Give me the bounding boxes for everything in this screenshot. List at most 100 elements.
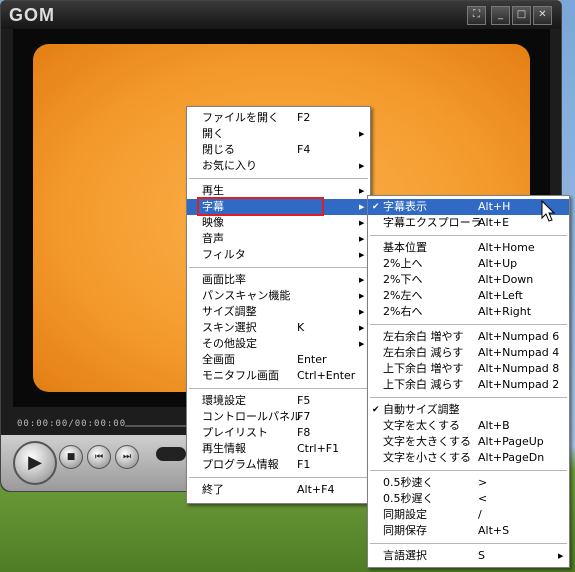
- main-menu-item[interactable]: コントロールパネル F7: [187, 409, 370, 425]
- submenu-item-shortcut: <: [478, 492, 488, 505]
- submenu-item[interactable]: 同期保存 Alt+S: [368, 523, 569, 539]
- submenu-item-shortcut: Alt+Down: [478, 273, 534, 286]
- submenu-item-shortcut: Alt+B: [478, 419, 510, 432]
- timecode: 00:00:00/00:00:00: [17, 419, 127, 429]
- submenu-item-shortcut: Alt+Numpad 2: [478, 378, 560, 391]
- submenu-item[interactable]: 上下余白 増やす Alt+Numpad 8: [368, 361, 569, 377]
- submenu-item-label: 2%下へ: [383, 273, 423, 286]
- main-menu-item[interactable]: モニタフル画面 Ctrl+Enter: [187, 368, 370, 384]
- submenu-item-label: 左右余白 減らす: [383, 346, 464, 359]
- minimize-icon[interactable]: _: [491, 6, 510, 25]
- main-menu-item-label: プレイリスト: [202, 426, 268, 439]
- main-menu-item[interactable]: 閉じる F4: [187, 142, 370, 158]
- main-menu-item-shortcut: F8: [297, 426, 311, 439]
- submenu-arrow-icon: ▶: [359, 340, 365, 348]
- submenu-item[interactable]: 2%上へ Alt+Up: [368, 256, 569, 272]
- main-menu-item[interactable]: プレイリスト F8: [187, 425, 370, 441]
- submenu-item-shortcut: Alt+E: [478, 216, 510, 229]
- main-menu-item-label: ファイルを開く: [202, 111, 279, 124]
- main-menu-item-label: フィルタ: [202, 248, 246, 261]
- submenu-item-shortcut: Alt+Numpad 4: [478, 346, 560, 359]
- main-menu-item[interactable]: お気に入り ▶: [187, 158, 370, 174]
- menu-separator: [370, 397, 567, 398]
- main-menu-item[interactable]: フィルタ ▶: [187, 247, 370, 263]
- volume-slider[interactable]: [156, 447, 186, 461]
- fullscreen-icon[interactable]: ⛶: [467, 6, 486, 25]
- gom-logo: GOM: [9, 5, 55, 25]
- submenu-item-shortcut: Alt+Numpad 8: [478, 362, 560, 375]
- main-menu-item[interactable]: サイズ調整 ▶: [187, 304, 370, 320]
- main-menu-item[interactable]: スキン選択 K ▶: [187, 320, 370, 336]
- main-menu-item-label: 映像: [202, 216, 224, 229]
- submenu-item[interactable]: 2%左へ Alt+Left: [368, 288, 569, 304]
- submenu-item-shortcut: Alt+H: [478, 200, 511, 213]
- main-menu-item-label: 環境設定: [202, 394, 246, 407]
- submenu-arrow-icon: ▶: [359, 292, 365, 300]
- submenu-item-label: 0.5秒遅く: [383, 492, 434, 505]
- main-menu-item[interactable]: 再生情報 Ctrl+F1: [187, 441, 370, 457]
- submenu-item-shortcut: Alt+Left: [478, 289, 523, 302]
- mouse-cursor-icon: [541, 200, 556, 222]
- submenu-arrow-icon: ▶: [359, 324, 365, 332]
- submenu-item-label: 同期保存: [383, 524, 427, 537]
- main-menu-item[interactable]: 音声 ▶: [187, 231, 370, 247]
- main-menu-item[interactable]: ファイルを開く F2: [187, 110, 370, 126]
- submenu-item[interactable]: 0.5秒速く >: [368, 475, 569, 491]
- submenu-item[interactable]: ✔ 字幕表示 Alt+H: [368, 199, 569, 215]
- main-menu-item-shortcut: F4: [297, 143, 311, 156]
- menu-separator: [189, 477, 368, 478]
- title-bar[interactable]: GOM ⛶ _ □ ✕: [1, 1, 561, 29]
- menu-separator: [370, 470, 567, 471]
- submenu-item[interactable]: 2%下へ Alt+Down: [368, 272, 569, 288]
- menu-separator: [189, 267, 368, 268]
- main-menu-item-shortcut: F1: [297, 458, 311, 471]
- submenu-item-label: 2%上へ: [383, 257, 423, 270]
- main-menu-item[interactable]: パンスキャン機能 ▶: [187, 288, 370, 304]
- submenu-item[interactable]: 2%右へ Alt+Right: [368, 304, 569, 320]
- submenu-item[interactable]: 文字を小さくする Alt+PageDn: [368, 450, 569, 466]
- submenu-item-label: 0.5秒速く: [383, 476, 434, 489]
- submenu-arrow-icon: ▶: [359, 187, 365, 195]
- main-menu-item[interactable]: 映像 ▶: [187, 215, 370, 231]
- main-menu-item[interactable]: 終了 Alt+F4: [187, 482, 370, 498]
- submenu-item-label: 2%右へ: [383, 305, 423, 318]
- main-menu-item[interactable]: 画面比率 ▶: [187, 272, 370, 288]
- main-menu-item[interactable]: 環境設定 F5: [187, 393, 370, 409]
- close-icon[interactable]: ✕: [533, 6, 552, 25]
- main-menu-item-shortcut: K: [297, 321, 305, 334]
- menu-separator: [189, 178, 368, 179]
- submenu-arrow-icon: ▶: [359, 130, 365, 138]
- checkmark-icon: ✔: [372, 202, 380, 212]
- submenu-item-shortcut: Alt+PageUp: [478, 435, 544, 448]
- submenu-item-label: 自動サイズ調整: [383, 403, 460, 416]
- submenu-item[interactable]: 字幕エクスプローラ Alt+E: [368, 215, 569, 231]
- submenu-item[interactable]: 文字を太くする Alt+B: [368, 418, 569, 434]
- stop-icon[interactable]: ■: [59, 445, 83, 469]
- main-menu-item-label: サイズ調整: [202, 305, 257, 318]
- next-icon[interactable]: ⏭: [115, 445, 139, 469]
- submenu-item-label: 同期設定: [383, 508, 427, 521]
- play-icon[interactable]: ▶: [13, 441, 57, 485]
- main-menu-item[interactable]: 全画面 Enter: [187, 352, 370, 368]
- main-menu-item-label: 音声: [202, 232, 224, 245]
- submenu-item[interactable]: 左右余白 減らす Alt+Numpad 4: [368, 345, 569, 361]
- maximize-icon[interactable]: □: [512, 6, 531, 25]
- submenu-item[interactable]: 基本位置 Alt+Home: [368, 240, 569, 256]
- main-menu-item[interactable]: 開く ▶: [187, 126, 370, 142]
- submenu-item-shortcut: Alt+Up: [478, 257, 518, 270]
- submenu-item-label: 左右余白 増やす: [383, 330, 464, 343]
- prev-icon[interactable]: ⏮: [87, 445, 111, 469]
- submenu-item[interactable]: 文字を大きくする Alt+PageUp: [368, 434, 569, 450]
- main-menu-item-label: お気に入り: [202, 159, 257, 172]
- submenu-item[interactable]: 左右余白 増やす Alt+Numpad 6: [368, 329, 569, 345]
- submenu-item[interactable]: 上下余白 減らす Alt+Numpad 2: [368, 377, 569, 393]
- main-menu-item-label: モニタフル画面: [202, 369, 279, 382]
- main-menu-item-shortcut: F2: [297, 111, 311, 124]
- submenu-item-label: 言語選択: [383, 549, 427, 562]
- main-menu-item[interactable]: プログラム情報 F1: [187, 457, 370, 473]
- submenu-item[interactable]: ✔ 自動サイズ調整: [368, 402, 569, 418]
- submenu-item[interactable]: 0.5秒遅く <: [368, 491, 569, 507]
- submenu-item[interactable]: 同期設定 /: [368, 507, 569, 523]
- main-menu-item[interactable]: その他設定 ▶: [187, 336, 370, 352]
- submenu-item[interactable]: 言語選択 S ▶: [368, 548, 569, 564]
